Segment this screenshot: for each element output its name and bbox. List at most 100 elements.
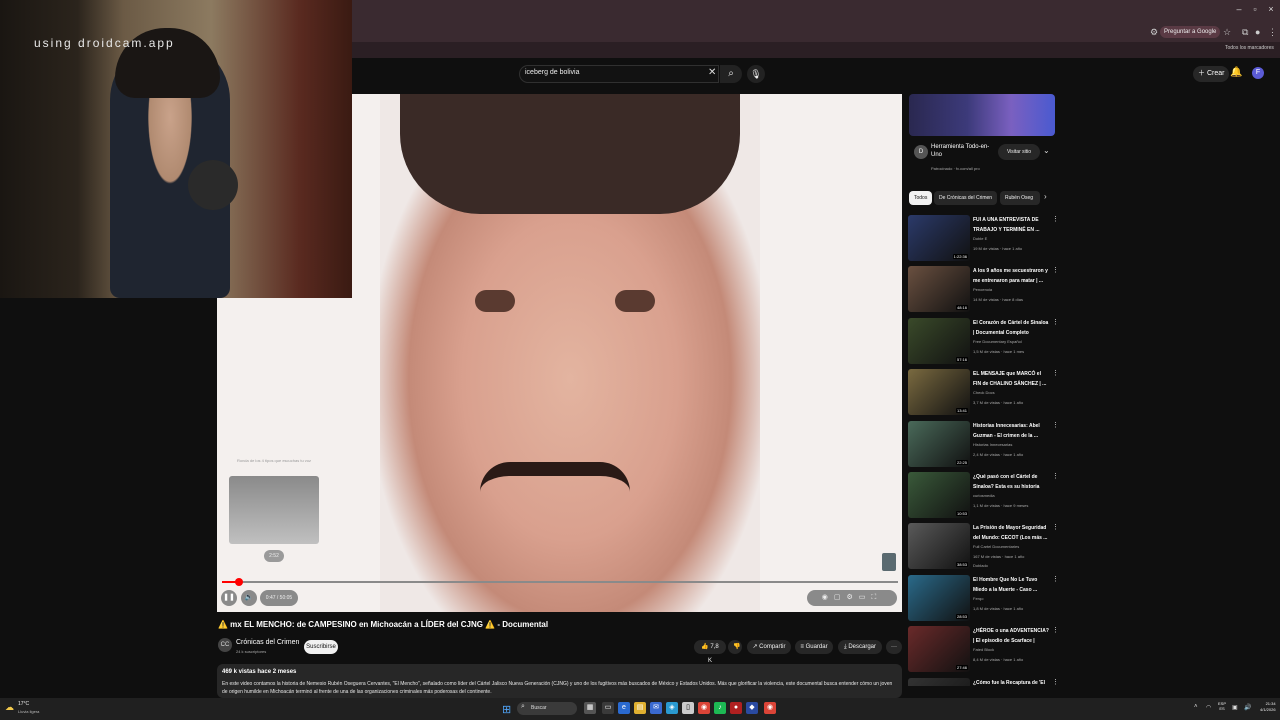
recommendation-title[interactable]: EL MENSAJE que MARCÓ el FIN de CHALINO S… xyxy=(973,369,1049,389)
share-button[interactable]: ↗ Compartir xyxy=(747,640,791,654)
recommendation-item[interactable]: 10:53 ¿Qué pasó con el Cártel de Sinaloa?… xyxy=(908,472,1059,522)
tray-expand-icon[interactable]: ˄ xyxy=(1194,704,1198,710)
ad-banner-image[interactable] xyxy=(909,94,1055,136)
recommendation-title[interactable]: El Corazón de Cártel de Sinaloa | Docume… xyxy=(973,318,1049,338)
wifi-icon[interactable]: ◠ xyxy=(1206,704,1211,711)
notepad-icon[interactable]: ▯ xyxy=(682,702,694,714)
network-icon[interactable]: ▣ xyxy=(1232,704,1238,711)
clock[interactable]: 21:34 4/1/2026 xyxy=(1260,701,1276,713)
all-bookmarks-link[interactable]: Todos los marcadores xyxy=(1225,45,1274,51)
channel-avatar[interactable]: CC xyxy=(218,638,232,652)
recommendation-channel[interactable]: Full Cartel Documentaries xyxy=(973,544,1049,549)
progress-bar[interactable] xyxy=(222,581,898,583)
microphone-icon[interactable]: 🎙 xyxy=(747,65,765,83)
ad-title[interactable]: Herramienta Todo-en-Uno xyxy=(931,143,993,159)
vscode-icon[interactable]: ◆ xyxy=(746,702,758,714)
more-actions-button[interactable]: ··· xyxy=(886,640,902,654)
account-avatar[interactable]: F xyxy=(1252,67,1264,79)
recommendation-channel[interactable]: curiosmedia xyxy=(973,493,1049,498)
recommendation-channel[interactable]: Penoenoia xyxy=(973,287,1049,292)
notifications-bell-icon[interactable]: 🔔 xyxy=(1230,67,1242,78)
recommendation-title[interactable]: ¿Qué pasó con el Cártel de Sinaloa? Esta… xyxy=(973,472,1049,492)
player-settings-controls[interactable]: ◉▢⚙▭⛶ xyxy=(807,590,897,606)
channel-name[interactable]: Crónicas del Crimen xyxy=(236,639,299,646)
recommendation-item[interactable]: 22:25 Historias Innecesarias: Abel Guzman… xyxy=(908,420,1059,471)
chip-channel[interactable]: De Crónicas del Crimen xyxy=(934,191,998,205)
chip-all[interactable]: Todos xyxy=(909,191,933,205)
subscribe-button[interactable]: Suscribirse xyxy=(304,640,338,654)
extensions-icon[interactable]: ⧉ xyxy=(1242,27,1248,38)
bookmark-star-icon[interactable]: ☆ xyxy=(1223,27,1231,38)
visit-site-button[interactable]: Visitar sitio xyxy=(998,144,1040,160)
mail-icon[interactable]: ✉ xyxy=(650,702,662,714)
volume-icon[interactable]: 🔈 xyxy=(241,590,257,606)
like-button[interactable]: 👍 7,8 K xyxy=(694,640,726,664)
recommendation-thumbnail[interactable]: 22:25 xyxy=(908,420,970,467)
ask-google-button[interactable]: Preguntar a Google xyxy=(1160,26,1221,38)
chevron-down-icon[interactable]: ⌄ xyxy=(1043,146,1050,155)
task-view-icon[interactable]: ▭ xyxy=(602,702,614,714)
windows-start-icon[interactable]: ⊞ xyxy=(502,703,511,716)
clear-search-icon[interactable]: ✕ xyxy=(708,67,716,78)
recommendation-title[interactable]: El Hombre Que No Le Tuvo Miedo a la Muer… xyxy=(973,575,1049,595)
kebab-menu-icon[interactable]: ⋮ xyxy=(1268,27,1277,38)
file-explorer-icon[interactable]: ▤ xyxy=(634,702,646,714)
recommendation-item[interactable]: 48:16 A los 9 años me secuestraron y me e… xyxy=(908,266,1059,316)
recommendation-item[interactable]: 1:22:36 FUI A UNA ENTREVISTA DE TRABAJO Y… xyxy=(908,215,1059,265)
tune-icon[interactable]: ⚙ xyxy=(1150,27,1158,38)
recommendation-channel[interactable]: Free Documentary Español xyxy=(973,339,1049,344)
more-options-icon[interactable]: ⋮ xyxy=(1052,523,1059,531)
pause-button[interactable]: ❚❚ xyxy=(221,590,237,606)
recommendation-thumbnail[interactable] xyxy=(908,677,970,686)
recommendation-title[interactable]: A los 9 años me secuestraron y me entren… xyxy=(973,266,1049,286)
recommendation-thumbnail[interactable]: 28:53 xyxy=(908,574,970,621)
recommendation-item[interactable]: 38:53 La Prisión de Mayor Seguridad del M… xyxy=(908,523,1059,573)
more-options-icon[interactable]: ⋮ xyxy=(1052,575,1059,583)
recommendation-item[interactable]: ¿Cómo fue la Recaptura de 'El ⋮ xyxy=(908,677,1058,686)
recommendation-channel[interactable]: Check Docs xyxy=(973,390,1049,395)
dislike-button[interactable]: 👎 xyxy=(728,640,742,654)
recommendation-thumbnail[interactable]: 48:16 xyxy=(908,266,970,313)
chevron-right-icon[interactable]: › xyxy=(1044,192,1047,201)
chrome-icon[interactable]: ◉ xyxy=(698,702,710,714)
recommendation-item[interactable]: 13:41 EL MENSAJE que MARCÓ el FIN de CHAL… xyxy=(908,369,1059,419)
recommendation-thumbnail[interactable]: 10:53 xyxy=(908,472,970,518)
recommendation-thumbnail[interactable]: 27:46 xyxy=(908,626,970,673)
save-button[interactable]: ≡ Guardar xyxy=(795,640,833,654)
language-indicator[interactable]: ESP ES xyxy=(1218,701,1226,711)
close-window-button[interactable]: × xyxy=(1262,4,1280,14)
chrome-active-icon[interactable]: ◉ xyxy=(764,702,776,714)
chip-topic[interactable]: Rubén Oseg xyxy=(1000,191,1040,205)
recommendation-thumbnail[interactable]: 13:41 xyxy=(908,369,970,416)
volume-tray-icon[interactable]: 🔊 xyxy=(1244,704,1251,711)
recommendation-thumbnail[interactable]: 57:16 xyxy=(908,317,970,364)
search-query[interactable]: iceberg de bolivia xyxy=(525,69,579,76)
more-options-icon[interactable]: ⋮ xyxy=(1052,266,1059,274)
recommendation-channel[interactable]: Historias Innecesarias xyxy=(973,442,1049,447)
recommendation-thumbnail[interactable]: 1:22:36 xyxy=(908,215,970,261)
recommendation-item[interactable]: 28:53 El Hombre Que No Le Tuvo Miedo a la… xyxy=(908,574,1059,625)
more-options-icon[interactable]: ⋮ xyxy=(1052,626,1059,634)
recommendation-channel[interactable]: Ferqo xyxy=(973,596,1049,601)
weather-icon[interactable]: ☁ xyxy=(5,702,14,713)
spotify-icon[interactable]: ♪ xyxy=(714,702,726,714)
recommendation-title[interactable]: La Prisión de Mayor Seguridad del Mundo:… xyxy=(973,523,1049,543)
store-icon[interactable]: ◈ xyxy=(666,702,678,714)
progress-scrubber[interactable] xyxy=(235,578,243,586)
more-options-icon[interactable]: ⋮ xyxy=(1052,472,1059,480)
recommendation-title[interactable]: FUI A UNA ENTREVISTA DE TRABAJO Y TERMIN… xyxy=(973,215,1049,235)
weather-temperature[interactable]: 17°C xyxy=(18,701,29,707)
taskbar-search-input[interactable]: Buscar xyxy=(517,702,577,715)
download-button[interactable]: ⤓ Descargar xyxy=(838,640,882,654)
recommendation-title[interactable]: ¿HÉROE o una ADVENTENCIA? | El episodio … xyxy=(973,626,1049,646)
recommendation-channel[interactable]: Doble E xyxy=(973,236,1049,241)
more-options-icon[interactable]: ⋮ xyxy=(1052,369,1059,377)
more-options-icon[interactable]: ⋮ xyxy=(1052,318,1059,326)
recorder-icon[interactable]: ● xyxy=(730,702,742,714)
more-options-icon[interactable]: ⋮ xyxy=(1052,215,1059,223)
recommendation-item[interactable]: 57:16 El Corazón de Cártel de Sinaloa | D… xyxy=(908,317,1059,368)
search-icon[interactable]: ⌕ xyxy=(720,65,742,83)
recommendation-thumbnail[interactable]: 38:53 xyxy=(908,523,970,570)
recommendation-title[interactable]: Historias Innecesarias: Abel Guzman - El… xyxy=(973,421,1049,441)
widgets-icon[interactable]: ▦ xyxy=(584,702,596,714)
